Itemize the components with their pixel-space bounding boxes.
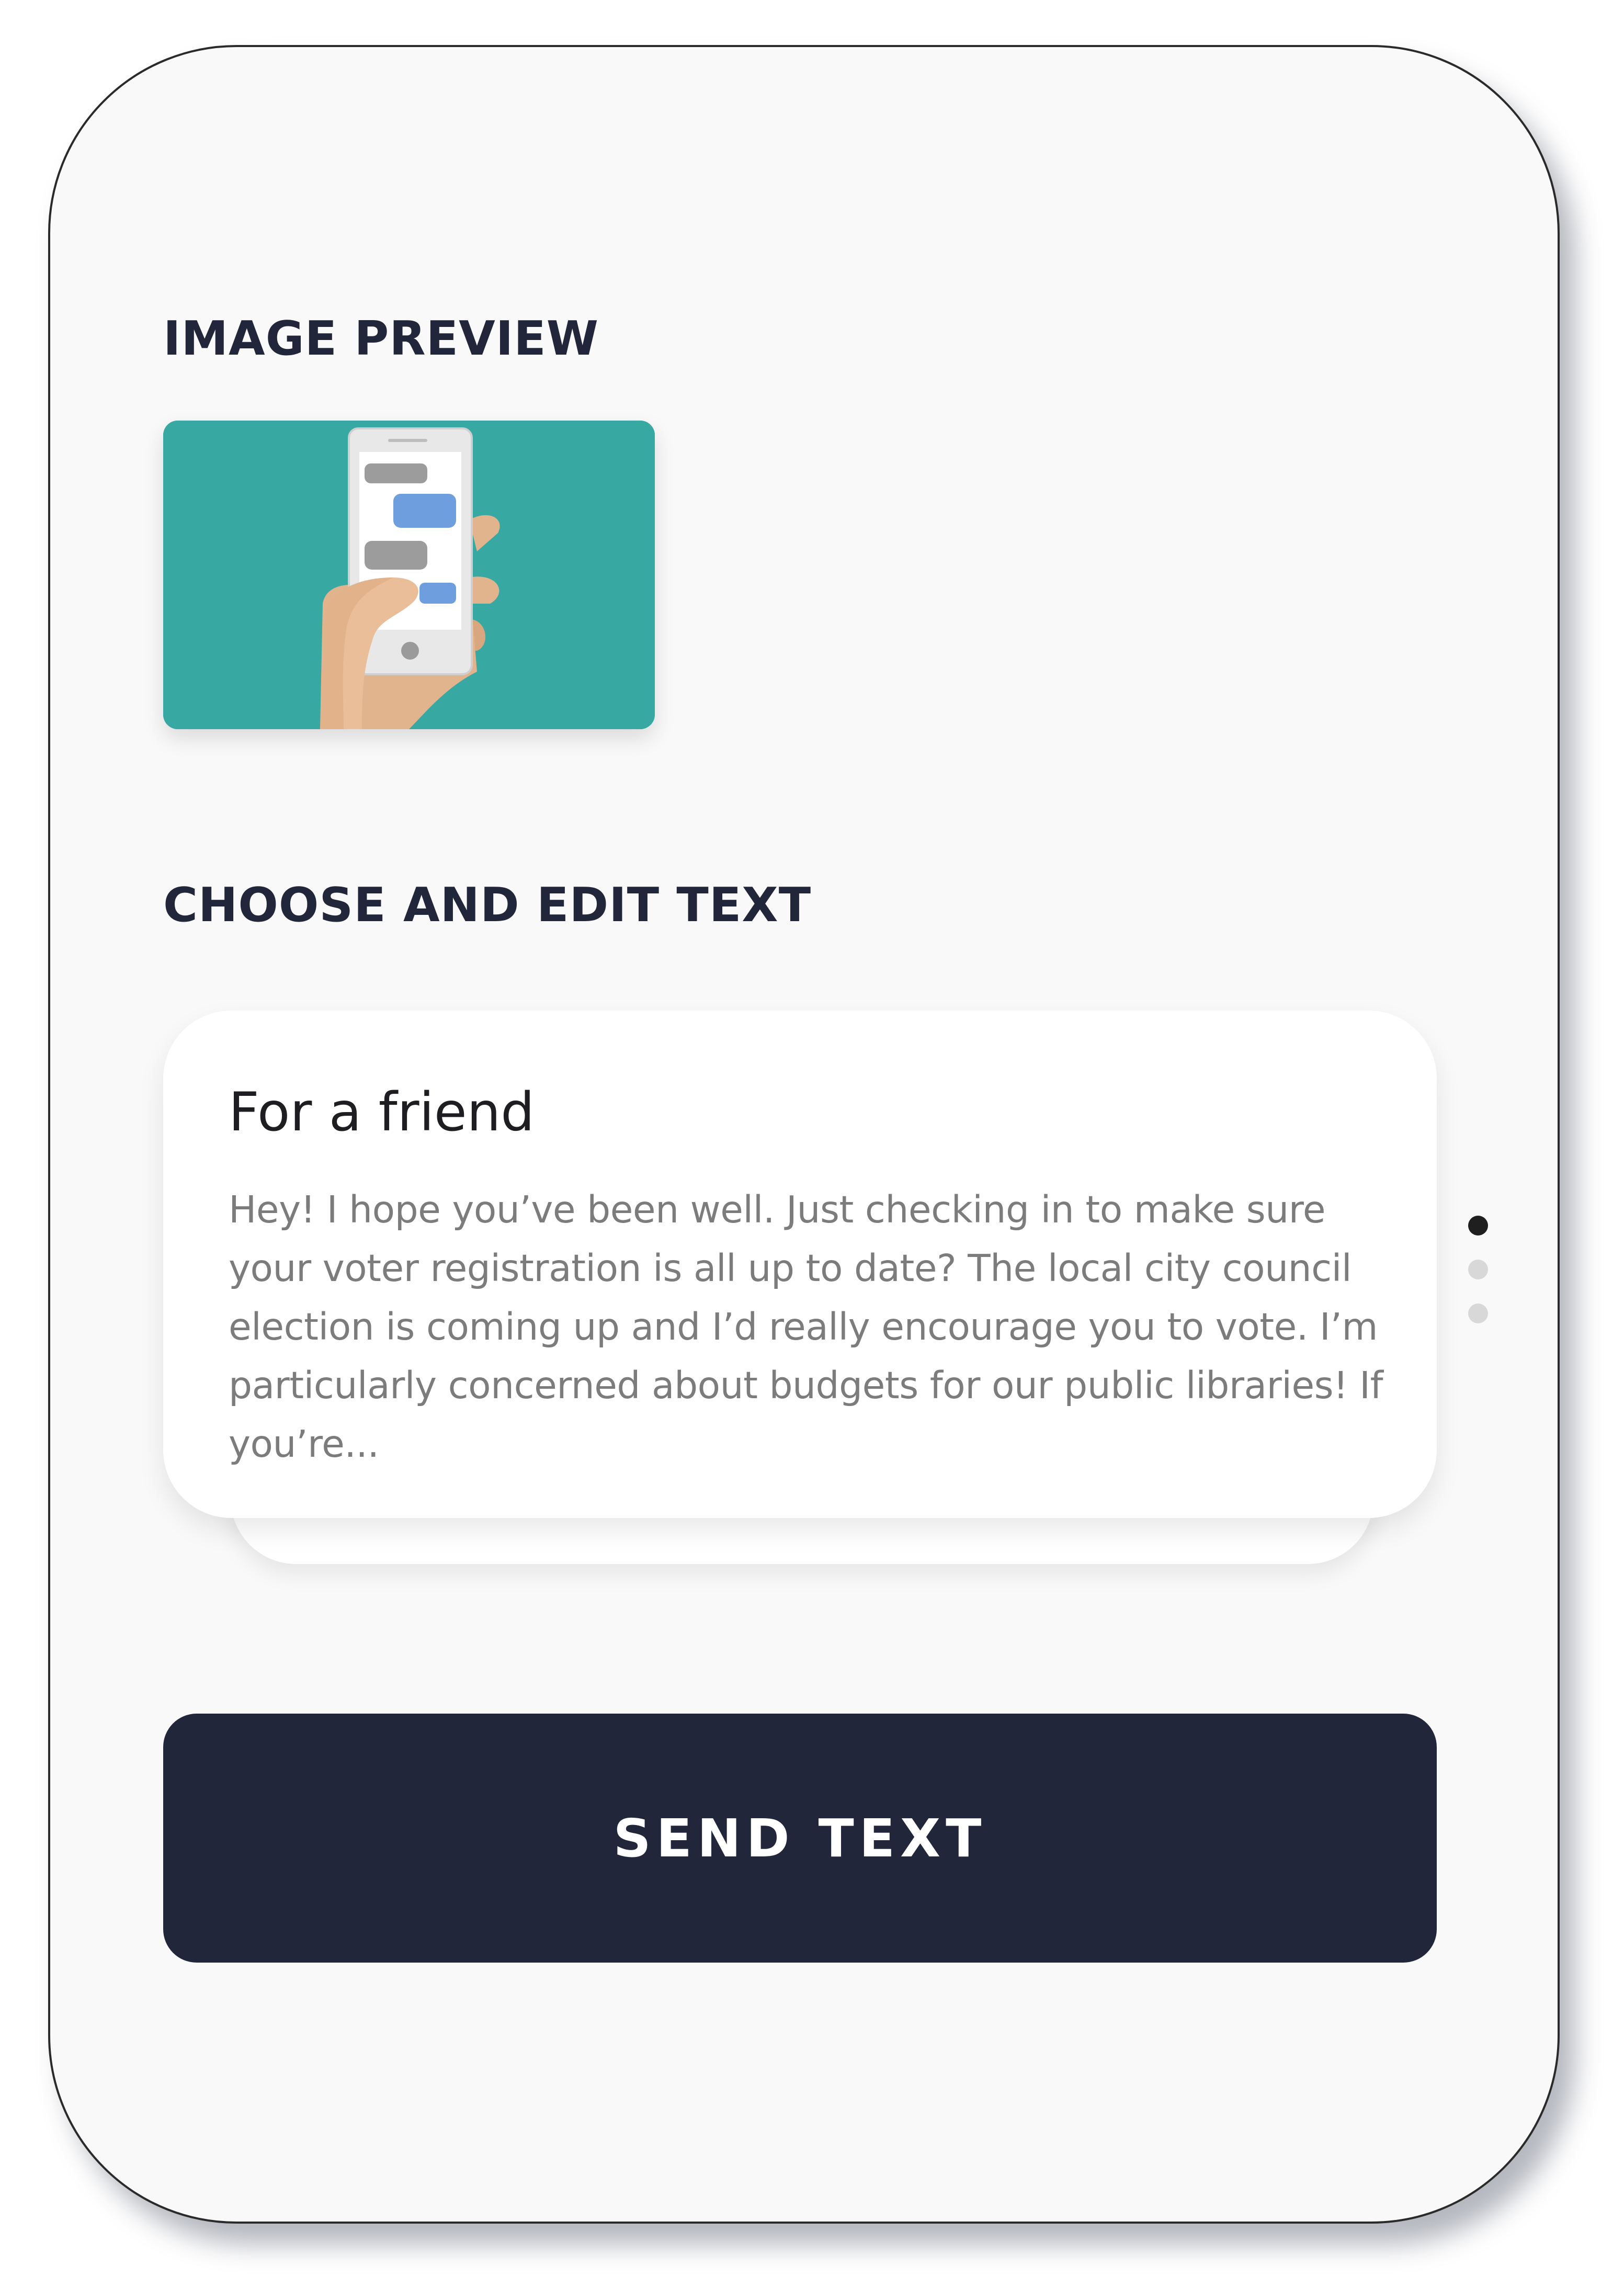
pager-dot[interactable] bbox=[1468, 1304, 1488, 1323]
image-preview-heading: IMAGE PREVIEW bbox=[163, 311, 599, 366]
image-preview-thumbnail[interactable] bbox=[163, 421, 655, 729]
message-template-title: For a friend bbox=[229, 1081, 535, 1143]
pager-dot[interactable] bbox=[1468, 1260, 1488, 1279]
choose-text-heading: CHOOSE AND EDIT TEXT bbox=[163, 878, 812, 933]
phone-screen: IMAGE PREVIEW CHOOSE AND EDIT TEXT For a… bbox=[48, 45, 1560, 2224]
message-template-card[interactable]: For a friend Hey! I hope you’ve been wel… bbox=[163, 1011, 1437, 1518]
card-pager bbox=[1462, 1216, 1494, 1341]
send-text-button[interactable]: SEND TEXT bbox=[163, 1714, 1437, 1963]
message-template-body[interactable]: Hey! I hope you’ve been well. Just check… bbox=[229, 1181, 1398, 1474]
pager-dot[interactable] bbox=[1468, 1216, 1488, 1236]
hand-holding-phone-illustration bbox=[163, 421, 655, 729]
